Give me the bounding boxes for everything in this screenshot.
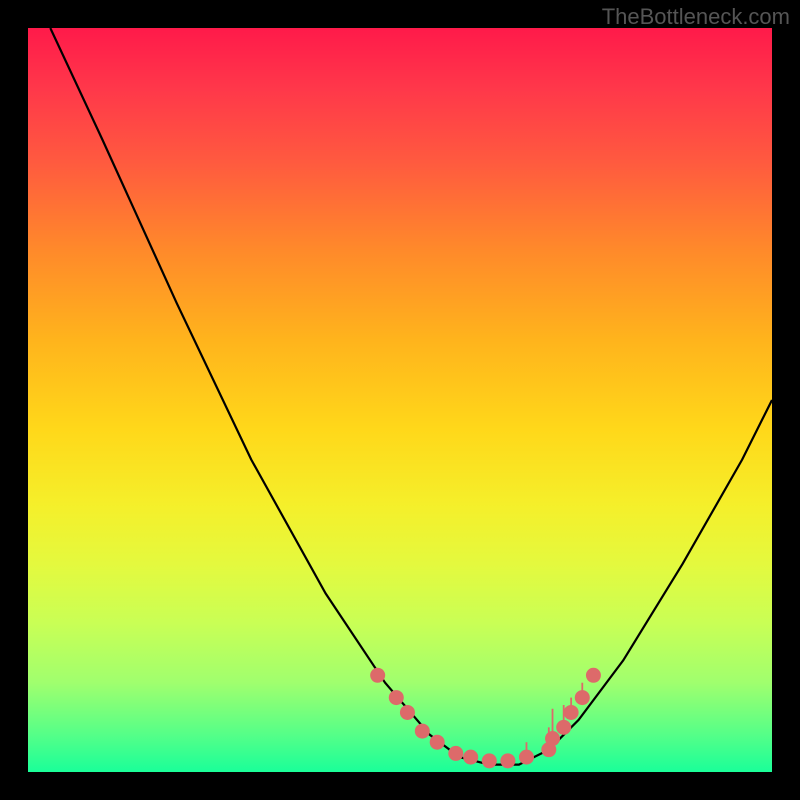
highlight-dots [370,668,601,769]
bottleneck-curve [50,28,772,765]
watermark-text: TheBottleneck.com [602,4,790,30]
plot-area [28,28,772,772]
chart-svg [28,28,772,772]
